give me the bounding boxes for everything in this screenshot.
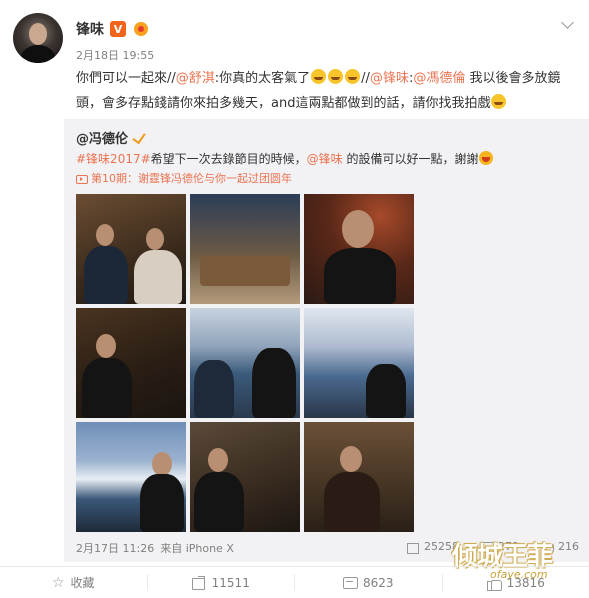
repost-author-row: @冯德伦 — [76, 128, 146, 147]
post-time[interactable]: 2月18日 19:55 — [76, 47, 154, 63]
grin-emoji-icon — [478, 151, 493, 165]
comment-button[interactable]: 8623 — [295, 574, 443, 591]
person-figure — [84, 246, 128, 304]
like-icon — [541, 541, 554, 554]
author-name[interactable]: 锋味 — [76, 19, 104, 39]
person-head — [208, 448, 228, 472]
topic-link[interactable]: #锋味2017# — [76, 152, 151, 166]
like-count: 13816 — [506, 575, 545, 590]
person-figure — [194, 360, 234, 418]
photo-2[interactable] — [190, 194, 300, 304]
verified-v-icon — [133, 131, 146, 144]
person-figure — [324, 248, 396, 304]
star-icon: ☆ — [51, 574, 65, 591]
comment-icon — [342, 576, 358, 589]
person-head — [146, 228, 164, 250]
photo-7[interactable] — [76, 422, 186, 532]
repost-card: @冯德伦 #锋味2017#希望下一次去錄節目的時候，@锋味 的設備可以好一點，謝… — [64, 119, 589, 562]
avatar[interactable] — [13, 13, 63, 63]
author-row: 锋味 V — [76, 19, 150, 39]
episode-link[interactable]: 第10期：谢霆锋冯德伦与你一起过团圆年 — [76, 170, 292, 186]
person-head — [152, 452, 172, 476]
repost-comment-stat[interactable]: 279 — [481, 540, 519, 553]
post-text: 你們可以一起來//@舒淇:你真的太客氣了//@锋味:@馮德倫 我以後會多放鏡頭，… — [76, 69, 561, 111]
favorite-button[interactable]: ☆ 收藏 — [0, 574, 148, 591]
person-figure — [194, 472, 244, 532]
person-figure — [82, 358, 132, 418]
photo-1[interactable] — [76, 194, 186, 304]
avatar-face — [29, 23, 47, 45]
person-head — [96, 224, 114, 246]
avatar-coat — [19, 45, 57, 63]
mention-link[interactable]: @馮德倫 — [413, 71, 465, 86]
table-shape — [200, 256, 290, 286]
mention-link[interactable]: @舒淇 — [176, 71, 215, 86]
share-button[interactable]: 11511 — [148, 574, 295, 591]
mention-link[interactable]: @锋味 — [370, 71, 409, 86]
favorite-label: 收藏 — [70, 576, 95, 590]
person-figure — [140, 474, 184, 532]
laugh-emoji-icon — [491, 94, 507, 109]
share-icon — [407, 541, 419, 554]
repost-like-stat[interactable]: 216 — [541, 540, 579, 554]
person-figure — [366, 364, 406, 418]
photo-grid — [76, 194, 414, 532]
comment-count: 8623 — [362, 575, 394, 590]
photo-5[interactable] — [190, 308, 300, 418]
repost-source: 来自 iPhone X — [160, 542, 234, 555]
person-head — [96, 334, 116, 358]
repost-stats: 25258 279 216 — [407, 540, 579, 554]
verified-v-icon: V — [110, 21, 126, 37]
repost-footer: 2月17日 11:26 来自 iPhone X — [76, 540, 234, 556]
person-figure — [252, 348, 296, 418]
share-icon — [191, 576, 206, 590]
chevron-down-icon[interactable] — [561, 18, 575, 32]
person-head — [340, 446, 362, 472]
action-bar: ☆ 收藏 11511 8623 13816 — [0, 566, 589, 598]
photo-9[interactable] — [304, 422, 414, 532]
video-link-icon — [76, 173, 88, 184]
person-figure — [134, 250, 182, 304]
photo-8[interactable] — [190, 422, 300, 532]
repost-share-stat[interactable]: 25258 — [407, 540, 459, 554]
mention-link[interactable]: @锋味 — [307, 152, 343, 166]
episode-link-label: 第10期：谢霆锋冯德伦与你一起过团圆年 — [91, 172, 292, 185]
laugh-emoji-icon — [345, 69, 361, 84]
person-figure — [324, 472, 380, 532]
laugh-emoji-icon — [328, 69, 344, 84]
repost-time[interactable]: 2月17日 11:26 — [76, 540, 154, 556]
photo-3[interactable] — [304, 194, 414, 304]
comment-icon — [481, 541, 494, 553]
medal-icon — [132, 21, 150, 37]
photo-4[interactable] — [76, 308, 186, 418]
like-button[interactable]: 13816 — [443, 574, 589, 591]
share-count: 11511 — [211, 575, 250, 590]
repost-text: #锋味2017#希望下一次去錄節目的時候，@锋味 的設備可以好一點，謝謝 — [76, 150, 581, 168]
thumbs-up-icon — [486, 576, 502, 591]
repost-author-name[interactable]: @冯德伦 — [76, 128, 128, 147]
photo-6[interactable] — [304, 308, 414, 418]
laugh-emoji-icon — [311, 69, 327, 84]
person-head — [342, 210, 374, 248]
